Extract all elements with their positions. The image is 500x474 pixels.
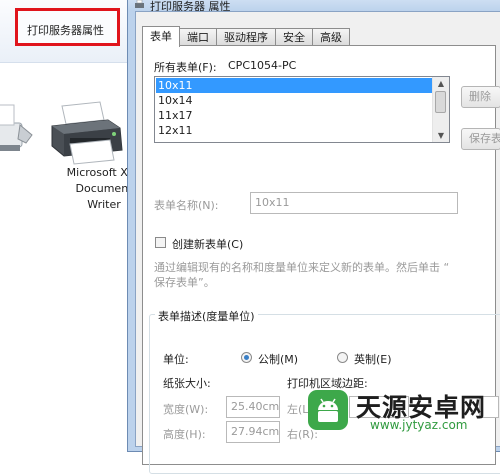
scroll-down-icon[interactable]: ▼ <box>434 129 448 142</box>
list-item[interactable]: 12x11 <box>156 123 433 138</box>
delete-button[interactable]: 删除 <box>461 86 500 108</box>
tab-advanced[interactable]: 高级 <box>313 28 350 46</box>
forms-list-scrollbar[interactable]: ▲ ▼ <box>432 77 449 142</box>
description-line-1: 通过编辑现有的名称和度量单位来定义新的表单。然后单击 “ <box>154 261 450 274</box>
create-new-form-checkbox[interactable] <box>155 237 166 248</box>
site-watermark: 天源安卓网 www.jytyaz.com <box>300 384 500 441</box>
server-name: CPC1054-PC <box>228 59 297 72</box>
height-input[interactable]: 27.94cm <box>226 421 280 443</box>
height-label: 高度(H): <box>163 428 206 441</box>
english-radio[interactable] <box>337 352 348 363</box>
metric-label[interactable]: 公制(M) <box>258 351 298 367</box>
scroll-up-icon[interactable]: ▲ <box>434 77 448 90</box>
width-input[interactable]: 25.40cm <box>226 396 280 418</box>
description-line-2: 保存表单”。 <box>154 276 215 289</box>
dialog-titlebar[interactable]: 打印服务器 属性 <box>128 0 500 13</box>
create-new-form-label[interactable]: 创建新表单(C) <box>172 236 243 252</box>
forms-on-label: 所有表单(F): <box>154 61 217 74</box>
form-name-label: 表单名称(N): <box>154 199 219 212</box>
printer-icon[interactable] <box>0 95 34 165</box>
xps-printer-icon[interactable] <box>48 98 126 166</box>
list-item[interactable]: 11x17 <box>156 108 433 123</box>
android-robot-icon <box>318 398 338 422</box>
forms-listbox[interactable]: 10x11 10x14 11x17 12x11 ▲ ▼ <box>154 76 450 143</box>
explorer-toolbar: 打印服务器属性 <box>0 0 132 63</box>
group-title: 表单描述(度量单位) <box>155 308 258 324</box>
tab-drivers[interactable]: 驱动程序 <box>217 28 276 46</box>
tab-ports[interactable]: 端口 <box>180 28 217 46</box>
tab-security[interactable]: 安全 <box>276 28 313 46</box>
highlight-annotation: 打印服务器属性 <box>15 8 120 46</box>
english-label[interactable]: 英制(E) <box>354 351 392 367</box>
units-label: 单位: <box>163 353 189 366</box>
form-description-text: 通过编辑现有的名称和度量单位来定义新的表单。然后单击 “ 保存表单”。 <box>154 260 454 290</box>
form-name-input[interactable]: 10x11 <box>250 192 458 214</box>
metric-radio[interactable] <box>241 352 252 363</box>
tab-strip: 表单 端口 驱动程序 安全 高级 <box>142 26 350 47</box>
print-server-properties-button[interactable]: 打印服务器属性 <box>27 22 104 38</box>
printer-small-icon <box>135 0 144 8</box>
watermark-url: www.jytyaz.com <box>370 418 468 432</box>
dialog-client-area: 表单 端口 驱动程序 安全 高级 所有表单(F): CPC1054-PC 10x… <box>135 11 500 474</box>
tab-forms[interactable]: 表单 <box>142 26 180 47</box>
paper-size-label: 纸张大小: <box>163 377 211 390</box>
scroll-thumb[interactable] <box>435 91 446 113</box>
list-item[interactable]: 10x11 <box>156 78 433 93</box>
width-label: 宽度(W): <box>163 403 209 416</box>
save-form-button[interactable]: 保存表 <box>461 128 500 150</box>
explorer-pane: 打印服务器属性 Microsoft XPS Document Writer <box>0 0 141 441</box>
list-item[interactable]: 10x14 <box>156 93 433 108</box>
android-logo-icon <box>308 390 348 430</box>
